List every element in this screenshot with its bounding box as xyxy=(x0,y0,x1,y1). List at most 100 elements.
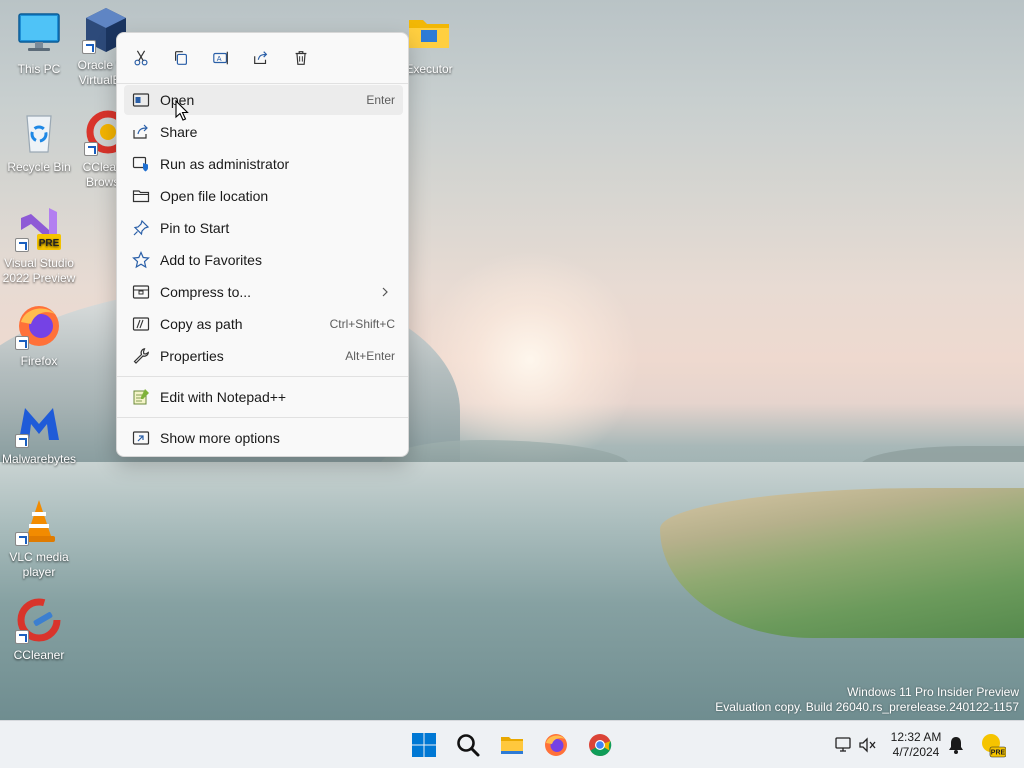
menu-item-compress-to[interactable]: Compress to... xyxy=(124,277,403,307)
svg-text:A: A xyxy=(217,54,222,63)
desktop-icon-label: CCleaner xyxy=(13,648,65,662)
recycle-bin-icon xyxy=(15,108,63,156)
shortcut-arrow-icon xyxy=(82,40,96,54)
cut-button[interactable] xyxy=(125,44,157,72)
shortcut-arrow-icon xyxy=(15,630,29,644)
share-button[interactable] xyxy=(245,44,277,72)
visual-studio-icon: PRE xyxy=(15,204,63,252)
menu-item-run-as-administrator[interactable]: Run as administrator xyxy=(124,149,403,179)
menu-item-label: Pin to Start xyxy=(160,220,230,236)
notification-bell-icon[interactable] xyxy=(946,735,966,755)
archive-icon xyxy=(132,283,150,301)
network-icon[interactable] xyxy=(834,735,854,755)
menu-item-copy-as-path[interactable]: Copy as path Ctrl+Shift+C xyxy=(124,309,403,339)
windows-icon xyxy=(412,733,436,757)
desktop-icon-label: Malwarebytes xyxy=(1,452,77,466)
shortcut-arrow-icon xyxy=(15,532,29,546)
menu-divider xyxy=(117,417,408,418)
desktop-icon-label: Visual Studio 2022 Preview xyxy=(2,256,76,285)
menu-item-label: Copy as path xyxy=(160,316,243,332)
cut-icon xyxy=(134,50,148,66)
desktop-icon-label: This PC xyxy=(17,62,61,76)
more-options-icon xyxy=(132,429,150,447)
desktop-icon-this-pc[interactable]: This PC xyxy=(0,10,78,77)
taskbar-clock[interactable]: 12:32 AM 4/7/2024 xyxy=(882,730,950,760)
desktop-icon-ccleaner[interactable]: CCleaner xyxy=(0,596,78,663)
menu-item-edit-with-notepad-plus-plus[interactable]: Edit with Notepad++ xyxy=(124,382,403,412)
pre-badge-text: PRE xyxy=(39,238,60,249)
rename-icon: A xyxy=(213,51,228,65)
start-button[interactable] xyxy=(408,729,440,761)
menu-item-show-more-options[interactable]: Show more options xyxy=(124,423,403,453)
share-icon xyxy=(254,51,268,64)
insider-preview-icon[interactable]: PRE xyxy=(980,732,1006,758)
taskbar: 12:32 AM 4/7/2024 PRE xyxy=(0,720,1024,768)
copy-button[interactable] xyxy=(165,44,197,72)
desktop-icon-label: Recycle Bin xyxy=(7,160,71,174)
delete-button[interactable] xyxy=(285,44,317,72)
notepad-icon xyxy=(132,388,150,406)
context-menu-toolbar: A xyxy=(117,33,408,83)
firefox-taskbar-button[interactable] xyxy=(540,729,572,761)
mouse-cursor-icon xyxy=(175,100,189,121)
share-icon xyxy=(132,123,150,141)
shortcut-arrow-icon xyxy=(15,434,29,448)
menu-divider xyxy=(117,376,408,377)
wrench-icon xyxy=(132,347,150,365)
file-explorer-button[interactable] xyxy=(496,729,528,761)
folder-icon xyxy=(132,187,150,205)
clock-time: 12:32 AM xyxy=(890,730,942,744)
chrome-icon xyxy=(589,734,612,757)
search-button[interactable] xyxy=(452,729,484,761)
search-icon xyxy=(457,734,480,757)
shortcut-arrow-icon xyxy=(84,142,98,156)
folder-icon xyxy=(501,737,523,754)
malwarebytes-icon xyxy=(15,400,63,448)
menu-item-label: Open file location xyxy=(160,188,269,204)
desktop-icon-visual-studio[interactable]: PRE Visual Studio 2022 Preview xyxy=(0,204,78,286)
menu-item-label: Add to Favorites xyxy=(160,252,262,268)
desktop-icon-malwarebytes[interactable]: Malwarebytes xyxy=(0,400,78,467)
desktop-icon-recycle-bin[interactable]: Recycle Bin xyxy=(0,108,78,175)
menu-item-open-file-location[interactable]: Open file location xyxy=(124,181,403,211)
menu-item-label: Show more options xyxy=(160,430,280,446)
menu-item-add-to-favorites[interactable]: Add to Favorites xyxy=(124,245,403,275)
desktop-icon-firefox[interactable]: Firefox xyxy=(0,302,78,369)
pin-icon xyxy=(132,219,150,237)
volume-muted-icon[interactable] xyxy=(858,735,878,755)
ccleaner-icon xyxy=(15,596,63,644)
rename-button[interactable]: A xyxy=(205,44,237,72)
menu-item-share[interactable]: Share xyxy=(124,117,403,147)
monitor-icon xyxy=(15,10,63,58)
chevron-right-icon xyxy=(379,285,391,299)
context-menu: A Open Enter Share Run as administrator … xyxy=(116,32,409,457)
star-icon xyxy=(132,251,150,269)
open-icon xyxy=(132,91,150,109)
shortcut-arrow-icon xyxy=(15,336,29,350)
menu-item-label: Properties xyxy=(160,348,224,364)
shield-icon xyxy=(132,155,150,173)
firefox-icon xyxy=(15,302,63,350)
menu-item-label: Compress to... xyxy=(160,284,252,300)
desktop-icon-label: VLC media player xyxy=(9,550,69,579)
menu-item-shortcut: Alt+Enter xyxy=(345,349,395,363)
copy-icon xyxy=(175,51,187,65)
desktop-icon-vlc[interactable]: VLC media player xyxy=(0,498,78,580)
desktop-icon-label: Executor xyxy=(405,62,453,76)
watermark-line-1: Windows 11 Pro Insider Preview xyxy=(847,685,1019,699)
menu-item-open[interactable]: Open Enter xyxy=(124,85,403,115)
shortcut-arrow-icon xyxy=(15,238,29,252)
vlc-cone-icon xyxy=(15,498,63,546)
firefox-icon xyxy=(545,734,567,756)
folder-icon xyxy=(405,10,453,58)
menu-item-label: Edit with Notepad++ xyxy=(160,389,287,405)
delete-icon xyxy=(295,51,307,65)
menu-item-properties[interactable]: Properties Alt+Enter xyxy=(124,341,403,371)
menu-item-pin-to-start[interactable]: Pin to Start xyxy=(124,213,403,243)
pre-badge-text: PRE xyxy=(991,750,1006,757)
chrome-taskbar-button[interactable] xyxy=(584,729,616,761)
desktop-icon-label: Firefox xyxy=(20,354,58,368)
path-icon xyxy=(132,315,150,333)
menu-item-label: Run as administrator xyxy=(160,156,290,172)
clock-date: 4/7/2024 xyxy=(892,745,940,759)
